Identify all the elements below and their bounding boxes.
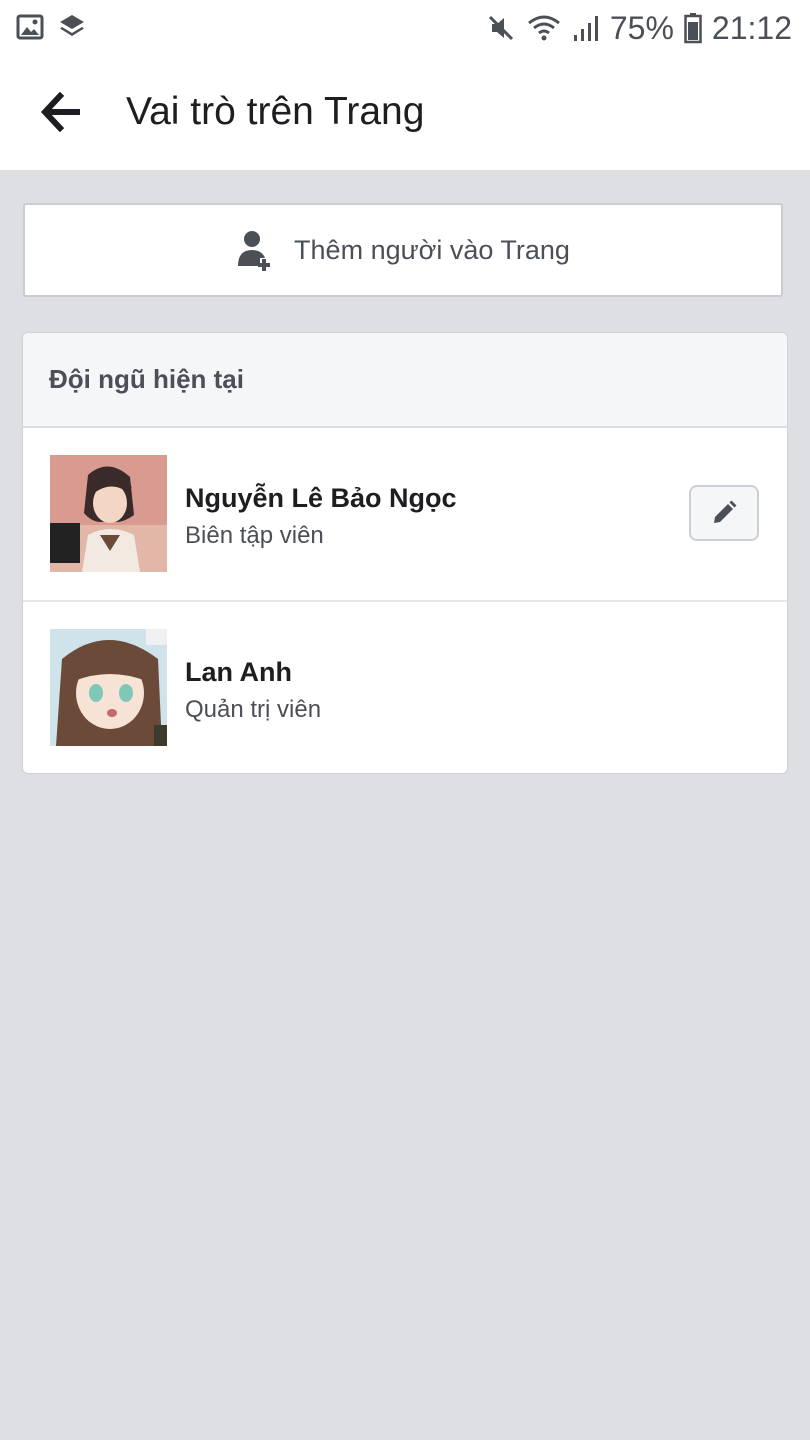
layers-icon (60, 15, 84, 36)
app-bar: Vai trò trên Trang (0, 56, 810, 170)
add-person-button[interactable]: Thêm người vào Trang (23, 203, 783, 297)
member-row[interactable]: Lan Anh Quản trị viên (23, 602, 787, 773)
add-person-icon (238, 231, 271, 271)
edit-member-button[interactable] (689, 485, 759, 541)
battery-icon (684, 13, 702, 44)
team-card: Đội ngũ hiện tại Nguyễn Lê Bảo Ngọc Biên… (22, 332, 788, 774)
status-bar: 75% 21:12 (0, 0, 810, 56)
image-icon (16, 14, 44, 40)
clock: 21:12 (711, 9, 792, 46)
team-header: Đội ngũ hiện tại (23, 333, 787, 428)
signal-icon (573, 16, 598, 41)
mute-icon (488, 15, 513, 41)
wifi-icon (527, 15, 560, 41)
add-person-label: Thêm người vào Trang (294, 234, 570, 265)
status-right: 75% 21:12 (486, 8, 792, 48)
member-role: Biên tập viên (185, 522, 324, 549)
avatar (50, 455, 167, 572)
member-row[interactable]: Nguyễn Lê Bảo Ngọc Biên tập viên (23, 428, 787, 602)
member-name: Lan Anh (185, 657, 292, 687)
pencil-icon (714, 500, 737, 523)
member-name: Nguyễn Lê Bảo Ngọc (185, 483, 457, 513)
team-title: Đội ngũ hiện tại (49, 364, 244, 394)
member-role: Quản trị viên (185, 696, 322, 723)
avatar (50, 629, 167, 746)
battery-percent: 75% (609, 9, 674, 46)
page-title: Vai trò trên Trang (126, 90, 425, 133)
status-left (16, 13, 86, 41)
back-button[interactable] (40, 91, 84, 133)
back-arrow-icon (40, 91, 80, 133)
